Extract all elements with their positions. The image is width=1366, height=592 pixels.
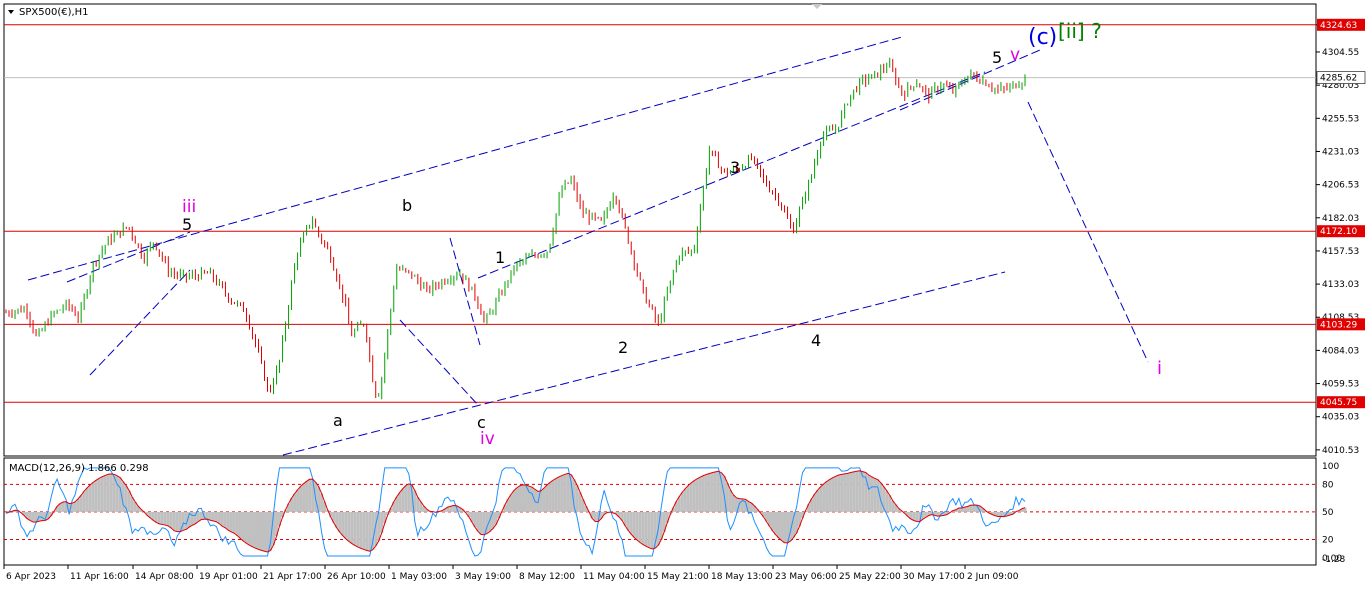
wave-label: i [1157,358,1162,379]
macd-tick-label: 50 [1322,508,1334,518]
macd-tick-label: 20 [1322,535,1334,545]
macd-tick-label: 80 [1322,480,1334,490]
wave-label: iv [480,429,495,449]
price-tick-label: 4206.53 [1322,181,1359,191]
time-tick-label: 8 May 12:00 [519,572,575,582]
wave-label: b [402,196,412,215]
wave-label: 2 [618,338,628,357]
price-tick-label: 4255.53 [1322,114,1359,124]
time-tick-label: 15 May 21:00 [647,572,709,582]
time-tick-label: 25 May 22:00 [839,572,901,582]
wave-label: 5 [182,215,192,234]
current-price-label: 4285.62 [1320,74,1357,84]
chart-svg[interactable]: iii5baciv12345v(c)[ii] ?i 4324.634304.55… [0,0,1366,588]
price-tick-label: 4059.53 [1322,380,1359,390]
price-level-label: 4103.29 [1320,320,1357,330]
time-tick-label: 19 Apr 01:00 [199,572,258,582]
time-tick-label: 23 May 06:00 [775,572,837,582]
time-tick-label: 2 Jun 09:00 [967,572,1019,582]
symbol-label: SPX500(€),H1 [19,7,89,18]
wave-label: 3 [730,158,740,177]
time-tick-label: 18 May 13:00 [711,572,773,582]
chart-header: SPX500(€),H1 [8,7,89,18]
wave-label: 1 [495,248,505,267]
wave-label: a [333,411,343,430]
price-tick-label: 4157.53 [1322,247,1359,257]
time-tick-label: 14 Apr 08:00 [135,572,194,582]
time-tick-label: 21 Apr 17:00 [263,572,322,582]
wave-label: iii [182,197,196,217]
time-tick-label: 11 May 04:00 [583,572,645,582]
time-tick-label: 1 May 03:00 [391,572,447,582]
price-level-label: 4172.10 [1320,227,1357,237]
time-tick-label: 30 May 17:00 [903,572,965,582]
price-tick-label: 4133.03 [1322,280,1359,290]
price-tick-label: 4231.03 [1322,147,1359,157]
macd-legend: MACD(12,26,9) 1.866 0.298 [9,463,149,474]
wave-label: 5 [992,48,1002,67]
price-level-label: 4324.63 [1320,21,1357,31]
chart-window[interactable]: iii5baciv12345v(c)[ii] ?i 4324.634304.55… [0,0,1366,588]
wave-label: [ii] ? [1058,19,1102,43]
price-tick-label: 4010.53 [1322,446,1359,456]
time-tick-label: 6 Apr 2023 [6,572,56,582]
wave-label: 4 [811,331,821,350]
macd-tick-label: 100 [1322,462,1339,472]
time-tick-label: 3 May 19:00 [455,572,511,582]
macd-tick-label: -1.28 [1322,555,1346,565]
time-tick-label: 11 Apr 16:00 [70,572,129,582]
price-tick-label: 4182.03 [1322,214,1359,224]
price-level-label: 4045.75 [1320,398,1357,408]
price-tick-label: 4084.03 [1322,346,1359,356]
wave-label: v [1010,45,1020,65]
time-tick-label: 26 Apr 10:00 [327,572,386,582]
price-tick-label: 4035.03 [1322,413,1359,423]
wave-label: (c) [1028,25,1057,50]
price-tick-label: 4304.55 [1322,48,1359,58]
